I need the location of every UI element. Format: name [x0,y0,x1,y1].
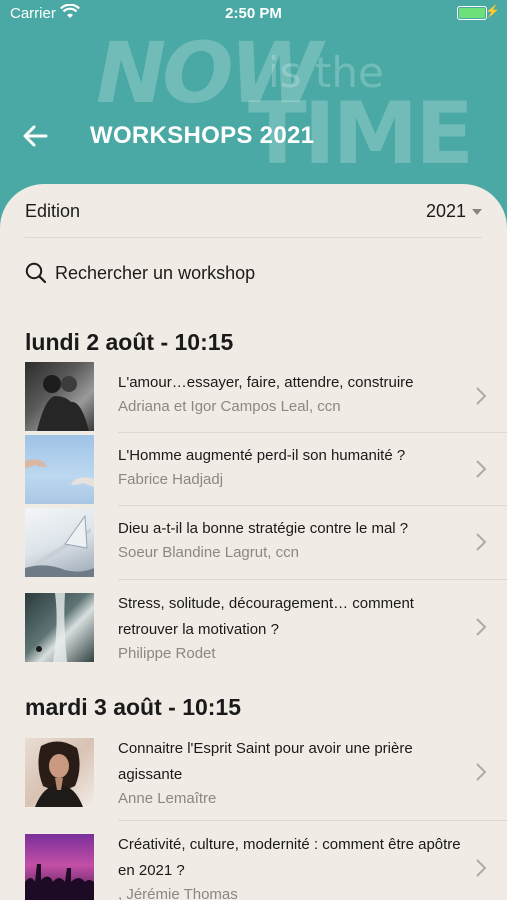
workshop-sheet: Edition 2021 Rechercher un workshop lund… [0,184,507,900]
workshop-speaker: Philippe Rodet [118,645,216,662]
edition-row: Edition 2021 [25,184,482,238]
search-icon [25,262,47,284]
workshop-speaker: Fabrice Hadjadj [118,471,224,488]
workshop-photo [25,738,94,807]
edition-label: Edition [25,201,81,221]
workshop-photo [25,834,94,900]
workshop-photo [25,362,94,431]
page-title: WORKSHOPS 2021 [90,122,315,149]
workshop-speaker: Adriana et Igor Campos Leal, ccn [118,398,341,415]
caret-down-icon [472,209,482,215]
workshop-title: Stress, solitude, découragement… comment… [118,595,414,638]
workshop-photo [25,508,94,577]
workshop-speaker: Anne Lemaître [118,790,217,807]
workshop-item[interactable]: L'Homme augmenté perd-il son humanité ? … [25,431,507,504]
workshop-item[interactable]: Créativité, culture, modernité : comment… [25,830,507,900]
workshop-title: Connaitre l'Esprit Saint pour avoir une … [118,740,413,783]
section-title: lundi 2 août - 10:15 [25,329,234,355]
workshop-title: Créativité, culture, modernité : comment… [118,836,461,879]
chevron-right-icon [476,387,487,405]
chevron-right-icon [476,859,487,877]
chevron-right-icon [476,618,487,636]
workshop-title: L'amour…essayer, faire, attendre, constr… [118,374,414,391]
back-button[interactable] [20,120,52,152]
workshop-speaker: Soeur Blandine Lagrut, ccn [118,544,299,561]
workshop-item[interactable]: L'amour…essayer, faire, attendre, constr… [25,358,507,431]
workshop-speaker: , Jérémie Thomas [118,886,238,900]
workshop-title: L'Homme augmenté perd-il son humanité ? [118,447,406,464]
workshop-item[interactable]: Connaitre l'Esprit Saint pour avoir une … [25,734,507,810]
workshop-title: Dieu a-t-il la bonne stratégie contre le… [118,520,409,537]
charging-icon: ⚡ [485,4,500,18]
edition-select[interactable]: 2021 [426,201,482,222]
status-time: 2:50 PM [225,5,282,22]
workshop-item[interactable]: Dieu a-t-il la bonne stratégie contre le… [25,504,507,577]
chevron-right-icon [476,533,487,551]
search-input[interactable]: Rechercher un workshop [55,263,255,284]
now-is-the-time-logo: NOW is the TIME [96,24,474,184]
divider [118,579,507,580]
section-title: mardi 3 août - 10:15 [25,694,242,720]
arrow-left-icon [23,125,48,147]
workshop-photo [25,435,94,504]
edition-value: 2021 [425,201,466,221]
workshop-photo [25,593,94,662]
workshop-item[interactable]: Stress, solitude, découragement… comment… [25,589,507,665]
divider [118,820,507,821]
search-field[interactable]: Rechercher un workshop [25,258,482,288]
chevron-right-icon [476,460,487,478]
chevron-right-icon [476,763,487,781]
header: NOW is the TIME WORKSHOPS 2021 [0,24,507,188]
battery-icon [457,6,487,20]
